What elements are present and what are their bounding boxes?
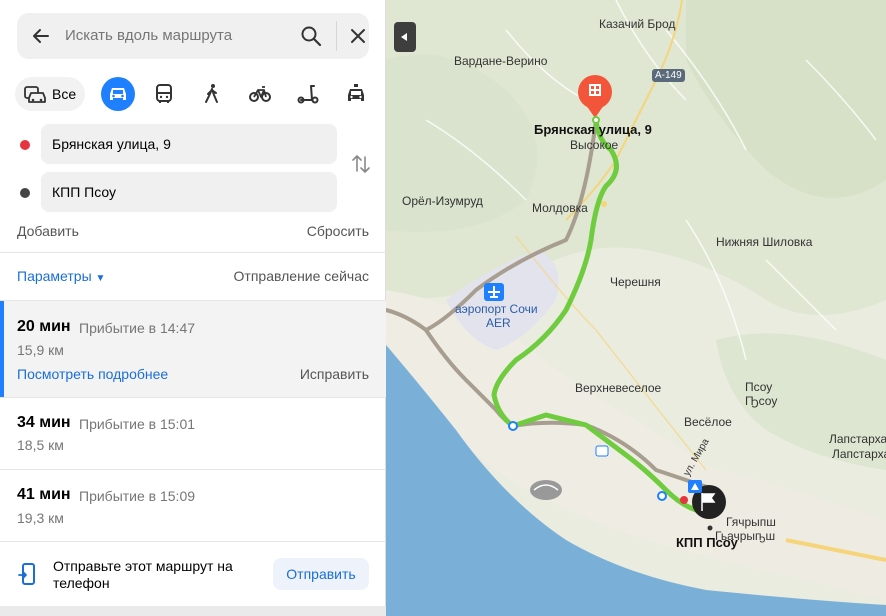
map-label: Молдовка — [532, 201, 588, 215]
map-label: Лапстарха — [829, 432, 886, 446]
map-label: Нижняя Шиловка — [716, 235, 813, 249]
start-point-dot — [20, 140, 30, 150]
search-icon[interactable] — [300, 25, 322, 47]
divider — [0, 252, 386, 253]
transport-modes: Все — [15, 76, 371, 114]
search-input[interactable]: Искать вдоль маршрута — [65, 27, 232, 44]
route-search-bar[interactable]: Искать вдоль маршрута — [17, 13, 369, 59]
route-distance: 19,3 км — [17, 510, 64, 526]
route-to-value: КПП Псоу — [52, 184, 117, 200]
route-panel: Искать вдоль маршрута Все Брянская улица… — [0, 0, 386, 616]
route-options: Параметры ▼ Отправление сейчас — [17, 268, 369, 288]
map-label: аэропорт Сочи — [455, 302, 538, 316]
route-from-value: Брянская улица, 9 — [52, 136, 171, 152]
map-label: Ҧсоу — [745, 394, 778, 408]
highway-badge: А-149 — [652, 69, 685, 82]
end-address-label: КПП Псоу — [676, 535, 738, 550]
route-to-field[interactable]: КПП Псоу — [41, 172, 337, 212]
phone-icon — [18, 563, 35, 585]
departure-time-link[interactable]: Отправление сейчас — [234, 268, 369, 284]
mode-taxi-button[interactable] — [339, 77, 373, 111]
send-to-phone: Отправьте этот маршрут на телефон Отправ… — [0, 542, 386, 606]
selected-route-indicator — [0, 301, 4, 397]
route-from-field[interactable]: Брянская улица, 9 — [41, 124, 337, 164]
start-address-label: Брянская улица, 9 — [534, 122, 652, 137]
mode-all-label: Все — [52, 86, 77, 102]
route-distance: 18,5 км — [17, 437, 64, 453]
route-duration: 34 мин — [17, 414, 71, 431]
swap-arrows-icon[interactable] — [350, 153, 372, 175]
map-label: Вардане-Верино — [454, 54, 548, 68]
scooter-icon — [297, 85, 319, 104]
car-icon — [110, 88, 126, 100]
mode-pedestrian-button[interactable] — [195, 77, 229, 111]
map-label: Псоу — [745, 380, 773, 394]
route-option-1[interactable]: 20 мин Прибытие в 14:47 15,9 км Посмотре… — [0, 301, 386, 397]
pedestrian-icon — [205, 84, 218, 103]
end-point-dot — [20, 188, 30, 198]
map-label: Весёлое — [684, 415, 732, 429]
mode-bicycle-button[interactable] — [243, 77, 277, 111]
route-arrival: Прибытие в 15:09 — [79, 488, 196, 504]
params-dropdown[interactable]: Параметры ▼ — [17, 268, 105, 284]
mode-scooter-button[interactable] — [291, 77, 325, 111]
route-option-3[interactable]: 41 мин Прибытие в 15:09 19,3 км — [0, 470, 386, 540]
params-label: Параметры — [17, 268, 92, 284]
route-duration: 41 мин — [17, 486, 71, 503]
collapse-panel-button[interactable] — [394, 22, 416, 52]
map-label: AER — [486, 316, 511, 330]
send-button[interactable]: Отправить — [273, 558, 369, 590]
panel-bottom-strip — [0, 606, 386, 616]
route-distance: 15,9 км — [17, 342, 64, 358]
map-label: Лапстарха — [832, 447, 886, 461]
route-option-2[interactable]: 34 мин Прибытие в 15:01 18,5 км — [0, 398, 386, 468]
close-icon[interactable] — [350, 28, 366, 44]
send-to-phone-text: Отправьте этот маршрут на телефон — [53, 558, 233, 591]
map-label: Гячрыпш — [726, 515, 776, 529]
route-fix-link[interactable]: Исправить — [300, 366, 369, 382]
route-duration: 20 мин — [17, 318, 71, 335]
add-point-link[interactable]: Добавить — [17, 223, 79, 239]
mode-car-button[interactable] — [101, 77, 135, 111]
route-arrival: Прибытие в 15:01 — [79, 416, 196, 432]
mode-bus-button[interactable] — [147, 77, 181, 111]
route-arrival: Прибытие в 14:47 — [79, 320, 196, 336]
map-label: Казачий Брод — [599, 17, 676, 31]
car-bus-icon — [24, 86, 46, 103]
bus-icon — [156, 84, 172, 103]
map-view[interactable]: Казачий Брод Вардане-Верино А-149 Брянск… — [386, 0, 886, 616]
map-label: Высокое — [570, 138, 619, 152]
search-separator — [336, 21, 337, 51]
reset-link[interactable]: Сбросить — [307, 223, 369, 239]
map-label: Орёл-Изумруд — [402, 194, 483, 208]
map-label: Черешня — [610, 275, 661, 289]
bicycle-icon — [249, 86, 271, 102]
route-actions: Добавить Сбросить — [17, 223, 369, 243]
mode-all-button[interactable]: Все — [15, 77, 85, 111]
route-details-link[interactable]: Посмотреть подробнее — [17, 366, 168, 382]
map-label: Верхневеселое — [575, 381, 662, 395]
taxi-icon — [348, 84, 364, 101]
arrow-back-icon[interactable] — [31, 26, 51, 46]
chevron-down-icon: ▼ — [95, 273, 106, 284]
